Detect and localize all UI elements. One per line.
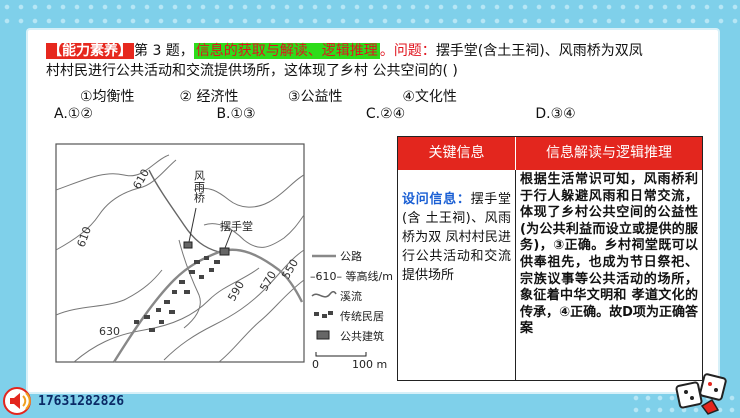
map-svg: 风雨桥 摆手堂 610 610 590 570 550 630 公路 –610–…	[55, 143, 393, 371]
legend-dwelling-text: 传统民居	[340, 310, 384, 323]
legend-road-text: 公路	[340, 250, 362, 263]
key-info-label: 设问信息：	[402, 192, 471, 207]
bridge-label: 风雨桥	[193, 170, 206, 204]
focus-highlight: 信息的获取与解读、逻辑推理	[193, 43, 380, 59]
top-dot-pattern	[0, 0, 740, 30]
map-legend: 公路 –610– 等高线/m 溪流 传统民居 公共建筑 0 100 m	[310, 250, 393, 371]
statement-3: ③公益性	[287, 89, 343, 105]
option-d[interactable]: D.③④	[535, 106, 575, 122]
option-a[interactable]: A.①②	[54, 106, 212, 122]
table-header-key-info: 关键信息	[398, 137, 516, 170]
option-list: A.①② B.①③ C.②④ D.③④	[54, 106, 694, 122]
reasoning-cell: 根据生活常识可知，风雨桥利于行人躲避风雨和日常交流，体现了乡村公共空间的公益性(…	[520, 172, 698, 337]
statement-2: ② 经济性	[179, 89, 239, 105]
ask-label: 问题：	[393, 43, 436, 59]
question-number: 第 3 题，	[134, 43, 194, 59]
stem-line-1: 摆手堂(含土王祠)、风雨桥为双凤	[435, 43, 643, 59]
scale-length: 100 m	[352, 358, 387, 371]
legend-contour-text: –610– 等高线/m	[310, 269, 393, 283]
focus-period: 。	[379, 43, 394, 59]
public-building-bridge	[183, 241, 193, 249]
public-building-hall	[219, 247, 230, 256]
slide-panel: 【能力素养】第 3 题， 信息的获取与解读、逻辑推理 。问题：摆手堂(含土王祠)、风…	[28, 30, 718, 392]
statement-1: ①均衡性	[80, 89, 135, 105]
statement-list: ①均衡性 ② 经济性 ③公益性 ④文化性	[80, 86, 457, 106]
phone-number: 17631282826	[38, 394, 125, 409]
legend-dwelling-symbol	[314, 311, 333, 318]
scale-zero: 0	[312, 358, 319, 371]
legend-stream-symbol	[311, 290, 337, 298]
key-info-cell: 设问信息：摆手堂(含 土王祠)、风雨桥为双 凤村村民进行公共活动和交流提供场所	[398, 170, 516, 380]
table-header-reasoning: 信息解读与逻辑推理	[516, 137, 702, 170]
ability-tag: 【能力素养】	[46, 43, 134, 59]
dice-decoration-icon	[675, 373, 727, 415]
question-line-1: 【能力素养】第 3 题， 信息的获取与解读、逻辑推理 。问题：摆手堂(含土王祠)、风…	[46, 42, 643, 60]
legend-stream-text: 溪流	[340, 289, 362, 303]
question-line-2: 村村民进行公共活动和交流提供场所，这体现了乡村 公共空间的( )	[46, 63, 458, 79]
contour-map: 风雨桥 摆手堂 610 610 590 570 550 630 公路 –610–…	[44, 130, 409, 375]
option-b[interactable]: B.①③	[216, 106, 361, 122]
option-c[interactable]: C.②④	[366, 106, 531, 122]
contour-label-630: 630	[99, 325, 120, 338]
hall-label: 摆手堂	[220, 219, 253, 233]
legend-public-text: 公共建筑	[340, 329, 384, 343]
legend-public-symbol	[316, 330, 330, 340]
statement-4: ④文化性	[402, 89, 457, 105]
speaker-icon	[3, 387, 31, 415]
analysis-table: 关键信息 信息解读与逻辑推理 设问信息：摆手堂(含 土王祠)、风雨桥为双 凤村村…	[397, 136, 703, 381]
scale-bar	[315, 352, 367, 357]
